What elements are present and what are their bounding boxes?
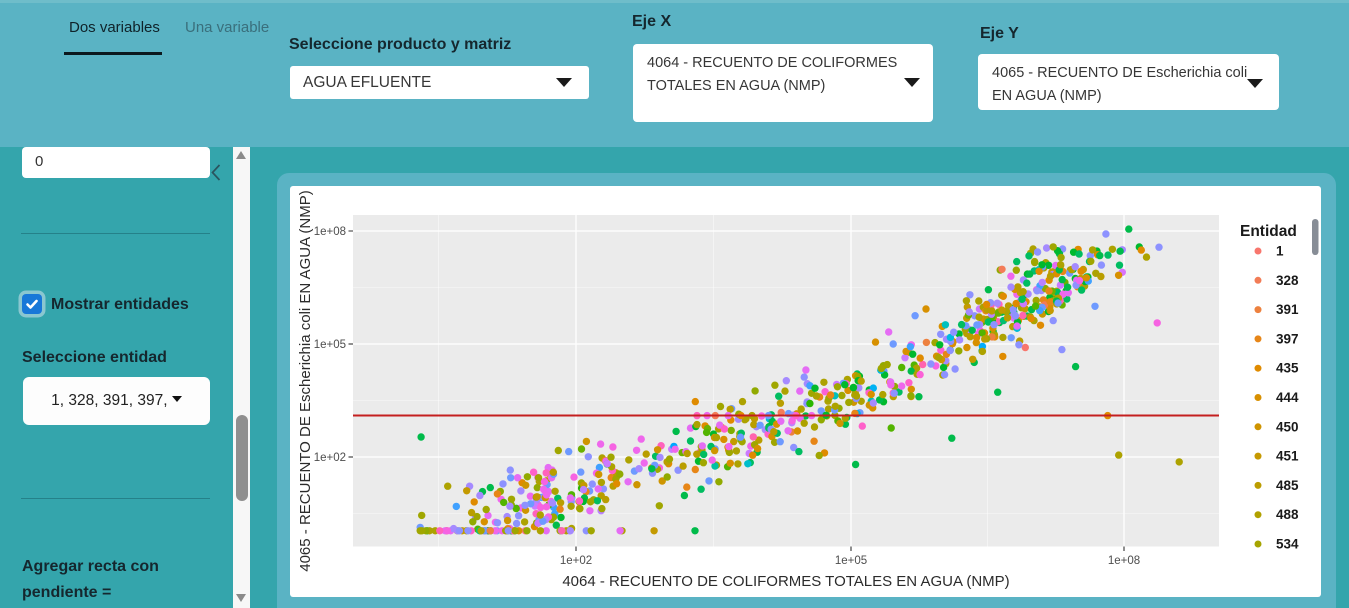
svg-text:Entidad: Entidad <box>1240 223 1297 240</box>
svg-text:485: 485 <box>1276 478 1299 493</box>
svg-text:444: 444 <box>1276 390 1299 405</box>
svg-text:1e+05: 1e+05 <box>835 555 867 567</box>
svg-text:4064 - RECUENTO DE COLIFORMES: 4064 - RECUENTO DE COLIFORMES TOTALES EN… <box>562 573 1009 590</box>
svg-text:450: 450 <box>1276 419 1299 434</box>
svg-text:391: 391 <box>1276 302 1299 317</box>
svg-text:328: 328 <box>1276 273 1299 288</box>
svg-text:4065 - RECUENTO DE Escherichia: 4065 - RECUENTO DE Escherichia coli EN A… <box>297 190 314 572</box>
svg-text:451: 451 <box>1276 449 1299 464</box>
svg-text:1e+05: 1e+05 <box>314 339 346 351</box>
svg-text:488: 488 <box>1276 507 1299 522</box>
svg-text:1e+08: 1e+08 <box>314 226 346 238</box>
svg-text:1e+02: 1e+02 <box>560 555 592 567</box>
svg-text:397: 397 <box>1276 331 1299 346</box>
svg-text:534: 534 <box>1276 537 1299 552</box>
svg-text:435: 435 <box>1276 361 1299 376</box>
svg-text:1e+02: 1e+02 <box>314 452 346 464</box>
svg-text:1: 1 <box>1276 244 1284 259</box>
svg-text:1e+08: 1e+08 <box>1108 555 1140 567</box>
